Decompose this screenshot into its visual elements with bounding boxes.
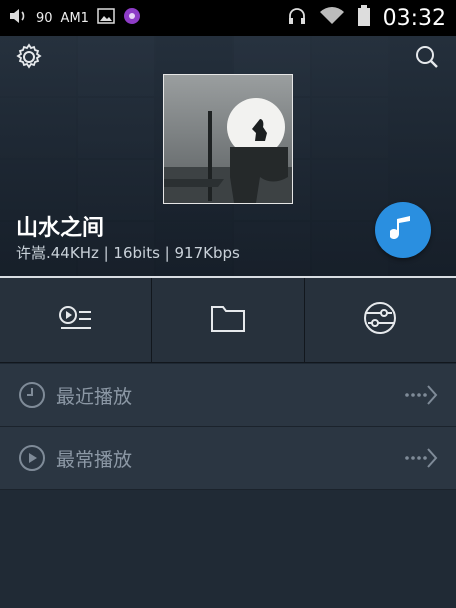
now-playing-button[interactable] [375, 202, 431, 258]
status-bar: 90 AM1 03:32 [0, 0, 456, 36]
folder-button[interactable] [152, 278, 305, 362]
volume-icon [8, 7, 28, 29]
folder-icon [210, 303, 246, 337]
empty-area [0, 490, 456, 608]
chevron-right-icon [404, 447, 438, 473]
battery-icon [357, 5, 371, 31]
music-note-icon [389, 213, 416, 247]
list-item-most-played[interactable]: 最常播放 [0, 427, 456, 490]
search-button[interactable] [410, 42, 444, 76]
carrier-label: AM1 [60, 10, 89, 26]
track-title: 山水之间 [16, 216, 105, 241]
clock-icon [18, 381, 46, 409]
playlist-button[interactable] [0, 278, 153, 362]
equalizer-button[interactable] [305, 278, 456, 362]
play-circle-icon [18, 444, 46, 472]
history-list: 最近播放 最常播放 [0, 364, 456, 490]
wifi-icon [319, 7, 345, 29]
list-item-label: 最近播放 [56, 385, 133, 408]
album-art[interactable] [163, 74, 293, 204]
album-art-image [164, 75, 292, 203]
settings-button[interactable] [12, 42, 46, 76]
chevron-right-icon [404, 384, 438, 410]
action-row [0, 278, 456, 363]
list-item-recent[interactable]: 最近播放 [0, 364, 456, 427]
playlist-icon [58, 303, 94, 337]
now-playing-header: 山水之间 许嵩.44KHz | 16bits | 917Kbps [0, 36, 456, 276]
image-icon [97, 8, 115, 28]
media-icon [123, 7, 141, 29]
volume-value: 90 [36, 10, 53, 26]
track-info: 许嵩.44KHz | 16bits | 917Kbps [16, 244, 240, 262]
clock-time: 03:32 [382, 5, 446, 31]
search-icon [414, 44, 440, 74]
gear-icon [14, 42, 44, 76]
list-item-label: 最常播放 [56, 448, 133, 471]
equalizer-icon [362, 300, 398, 340]
headphones-icon [287, 7, 307, 29]
